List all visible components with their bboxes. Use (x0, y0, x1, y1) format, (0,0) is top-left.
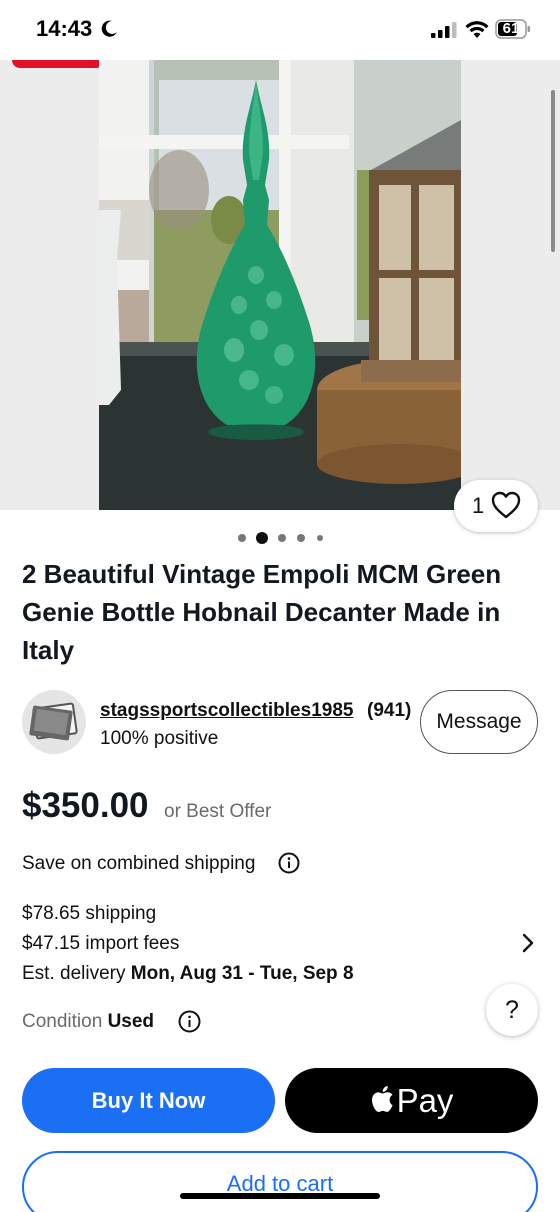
seller-name-link[interactable]: stagssportscollectibles1985 (100, 700, 353, 722)
pagination-dot[interactable] (278, 534, 286, 542)
delivery-dates: Mon, Aug 31 - Tue, Sep 8 (130, 963, 354, 984)
condition-value: Used (107, 1011, 155, 1032)
heart-icon[interactable] (490, 490, 522, 520)
home-indicator[interactable] (180, 1193, 380, 1199)
status-bar: 14:43 61 (0, 0, 560, 60)
photo-placeholder-icon (29, 702, 78, 741)
buy-it-now-button[interactable]: Buy It Now (22, 1068, 275, 1133)
scrollbar[interactable] (551, 90, 555, 252)
pagination-dot[interactable] (297, 534, 305, 542)
signal-icon (431, 22, 457, 38)
seller-feedback-count: (941) (367, 700, 412, 721)
pagination-dot-active[interactable] (256, 532, 268, 544)
shipping-cost: $78.65 shipping (22, 903, 157, 924)
delivery-prefix: Est. delivery (22, 963, 126, 984)
apple-logo-icon (371, 1085, 393, 1112)
avatar[interactable] (22, 690, 86, 754)
combined-shipping-text: Save on combined shipping (22, 853, 256, 874)
product-photo[interactable] (99, 60, 461, 510)
condition-label: Condition (22, 1011, 103, 1032)
condition-row: Condition Used (22, 1011, 154, 1033)
apple-pay-label: Pay (396, 1081, 454, 1119)
battery-level: 61 (502, 20, 520, 37)
pagination-dot[interactable] (238, 534, 246, 542)
best-offer-text: or Best Offer (164, 801, 272, 822)
sale-ribbon (12, 60, 104, 68)
photo-pagination (236, 531, 326, 545)
info-icon[interactable] (278, 852, 300, 874)
listing-title: 2 Beautiful Vintage Empoli MCM Green Gen… (22, 559, 502, 665)
add-to-cart-button[interactable]: Add to cart (22, 1151, 538, 1212)
message-button[interactable]: Message (420, 690, 538, 754)
price: $350.00 (22, 786, 149, 825)
import-fees: $47.15 import fees (22, 933, 180, 954)
watch-count: 1 (472, 493, 485, 518)
pagination-dot[interactable] (317, 535, 323, 541)
help-button[interactable]: ? (486, 984, 538, 1036)
moon-icon (101, 20, 117, 37)
seller-rating: 100% positive (100, 728, 219, 749)
apple-pay-button[interactable]: Pay (285, 1068, 538, 1133)
chevron-right-icon[interactable] (520, 932, 536, 954)
status-time: 14:43 (36, 16, 93, 41)
delivery-estimate: Est. delivery Mon, Aug 31 - Tue, Sep 8 (22, 963, 354, 985)
wifi-icon (465, 21, 489, 38)
info-icon[interactable] (178, 1010, 201, 1033)
